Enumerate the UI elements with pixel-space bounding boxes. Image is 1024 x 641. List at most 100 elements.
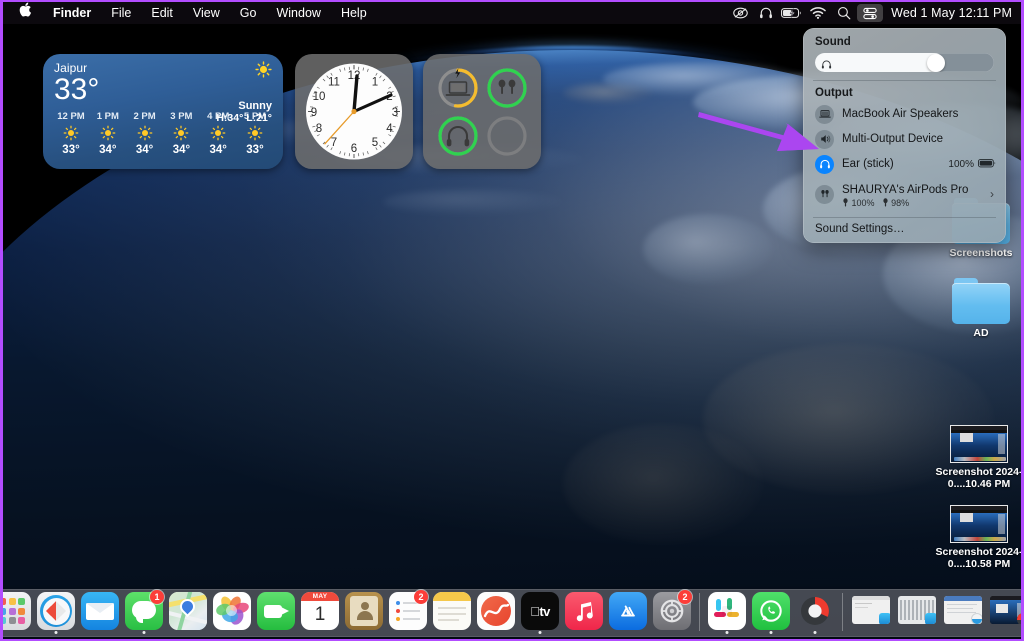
sound-settings-button[interactable]: Sound Settings… xyxy=(803,217,1006,243)
running-indicator xyxy=(142,631,146,634)
desktop-icon-label: Screenshots xyxy=(949,247,1013,259)
apple-logo-icon[interactable] xyxy=(13,2,43,24)
menu-item-window[interactable]: Window xyxy=(266,2,330,24)
dock-app-cleanmymac[interactable] xyxy=(794,591,836,635)
menu-item-view[interactable]: View xyxy=(183,2,230,24)
output-device-label: Multi-Output Device xyxy=(842,132,943,145)
screenshot-thumbnail-icon xyxy=(950,425,1008,463)
airpods-battery-levels: 100% 98% xyxy=(842,198,968,209)
dock-app-reminders[interactable]: 2 xyxy=(387,590,429,635)
dock-app-calendar[interactable]: MAY 1 xyxy=(299,591,341,635)
dock-app-stocks[interactable] xyxy=(475,591,517,635)
device-battery-percent: 100% xyxy=(948,158,974,170)
clock-hour-7: 7 xyxy=(331,137,337,149)
wifi-icon[interactable] xyxy=(805,2,831,24)
weather-hour-cell: 1 PM 34° xyxy=(90,111,126,156)
volume-slider-knob[interactable] xyxy=(926,53,945,72)
volume-slider[interactable] xyxy=(815,53,994,72)
spotlight-search-icon[interactable] xyxy=(831,2,857,24)
minimized-window-thumbnail xyxy=(990,596,1021,624)
airpod-left-battery: 100% xyxy=(842,198,875,209)
screen-mirroring-icon[interactable] xyxy=(727,2,753,24)
dock-app-app-store[interactable] xyxy=(607,591,649,635)
folder-icon xyxy=(952,278,1010,324)
clock-hour-8: 8 xyxy=(316,123,322,135)
desktop-file-screenshot-1046[interactable]: Screenshot 2024-0....10.46 PM xyxy=(931,425,1021,490)
weather-hour-time: 12 PM xyxy=(57,111,85,122)
music-icon xyxy=(565,592,603,630)
sound-panel-title: Sound xyxy=(815,36,851,48)
menu-item-file[interactable]: File xyxy=(101,2,141,24)
dock-app-apple-tv[interactable]: tv xyxy=(519,591,561,635)
dock-app-notes[interactable] xyxy=(431,591,473,635)
dock-app-whatsapp[interactable] xyxy=(750,591,792,635)
weather-widget[interactable]: Jaipur 33° Sunny H:34° L:21° 12 PM 33° 1… xyxy=(43,54,283,169)
menu-item-edit[interactable]: Edit xyxy=(141,2,183,24)
dock-minimized-window-document[interactable] xyxy=(941,591,985,635)
screenshot-thumbnail-icon xyxy=(950,505,1008,543)
output-device-shaurya-airpods-pro[interactable]: SHAURYA's AirPods Pro 100% 98% › xyxy=(803,177,1006,212)
notification-badge: 1 xyxy=(150,590,164,604)
running-indicator xyxy=(725,631,729,634)
laptop-icon xyxy=(445,81,471,96)
output-device-multi-output[interactable]: Multi-Output Device xyxy=(803,127,1006,152)
dock-app-maps[interactable] xyxy=(167,591,209,635)
menu-bar-status-area: Wed 1 May 12:11 PM xyxy=(727,2,1021,24)
volume-slider-fill xyxy=(815,53,944,72)
dock-app-system-settings[interactable]: 2 xyxy=(651,590,693,635)
running-indicator xyxy=(538,631,542,634)
facetime-icon xyxy=(257,592,295,630)
device-battery-status: 100% xyxy=(948,155,996,173)
running-indicator xyxy=(54,631,58,634)
weather-hour-time: 2 PM xyxy=(133,111,156,122)
desktop-file-screenshot-1058[interactable]: Screenshot 2024-0....10.58 PM xyxy=(931,505,1021,570)
chevron-right-icon[interactable]: › xyxy=(990,187,996,201)
dock-app-contacts[interactable] xyxy=(343,591,385,635)
contacts-icon xyxy=(345,592,383,630)
notes-icon xyxy=(433,592,471,630)
cloud-band xyxy=(643,214,773,284)
clock-hour-4: 4 xyxy=(386,123,393,135)
macbook-battery-ring xyxy=(436,66,480,110)
output-device-ear-stick[interactable]: Ear (stick) 100% xyxy=(803,152,1006,177)
menu-item-finder[interactable]: Finder xyxy=(43,2,101,24)
app-store-icon xyxy=(609,592,647,630)
menu-item-help[interactable]: Help xyxy=(331,2,377,24)
minimized-window-thumbnail xyxy=(898,596,936,624)
clock-widget[interactable]: 12 1 2 3 4 5 6 7 8 9 10 11 xyxy=(295,54,413,169)
safari-icon xyxy=(37,592,75,630)
dock-app-mail[interactable] xyxy=(79,591,121,635)
weather-high-low: H:34° L:21° xyxy=(216,112,272,124)
battery-charging-icon[interactable] xyxy=(779,2,805,24)
calendar-icon: MAY 1 xyxy=(301,592,339,630)
control-center-icon[interactable] xyxy=(857,4,884,22)
battery-widget[interactable] xyxy=(423,54,541,169)
output-device-macbook-air-speakers[interactable]: MacBook Air Speakers xyxy=(803,102,1006,127)
weather-hour-cell: 3 PM 34° xyxy=(163,111,199,156)
menu-bar-left: Finder File Edit View Go Window Help xyxy=(3,2,377,24)
dock-minimized-window-keyboard[interactable] xyxy=(895,591,939,635)
clock-hour-3: 3 xyxy=(392,107,398,119)
dock-minimized-window-screenshot[interactable] xyxy=(987,591,1021,635)
clock-hour-1: 1 xyxy=(372,77,378,89)
dock-app-launchpad[interactable] xyxy=(3,591,33,635)
apple-tv-icon: tv xyxy=(521,592,559,630)
dock-app-slack[interactable] xyxy=(706,591,748,635)
airpods-icon xyxy=(498,79,516,94)
weather-hour-time: 1 PM xyxy=(96,111,119,122)
desktop-folder-ad[interactable]: AD xyxy=(933,278,1021,339)
dock-minimized-window-finder[interactable] xyxy=(849,591,893,635)
clock-hour-5: 5 xyxy=(372,137,378,149)
dock-app-facetime[interactable] xyxy=(255,591,297,635)
weather-condition: Sunny xyxy=(238,100,272,112)
dock-app-safari[interactable] xyxy=(35,591,77,635)
sound-control-center-panel: Sound Output MacBook Air Speakers Multi-… xyxy=(803,28,1006,243)
headphones-icon[interactable] xyxy=(753,2,779,24)
menu-item-go[interactable]: Go xyxy=(230,2,267,24)
dock-app-messages[interactable]: 1 xyxy=(123,590,165,635)
dock-app-music[interactable] xyxy=(563,591,605,635)
dock-app-photos[interactable] xyxy=(211,591,253,635)
menu-bar-clock[interactable]: Wed 1 May 12:11 PM xyxy=(883,6,1012,20)
airpods-battery-ring xyxy=(485,66,529,110)
cleanmymac-icon xyxy=(796,592,834,630)
